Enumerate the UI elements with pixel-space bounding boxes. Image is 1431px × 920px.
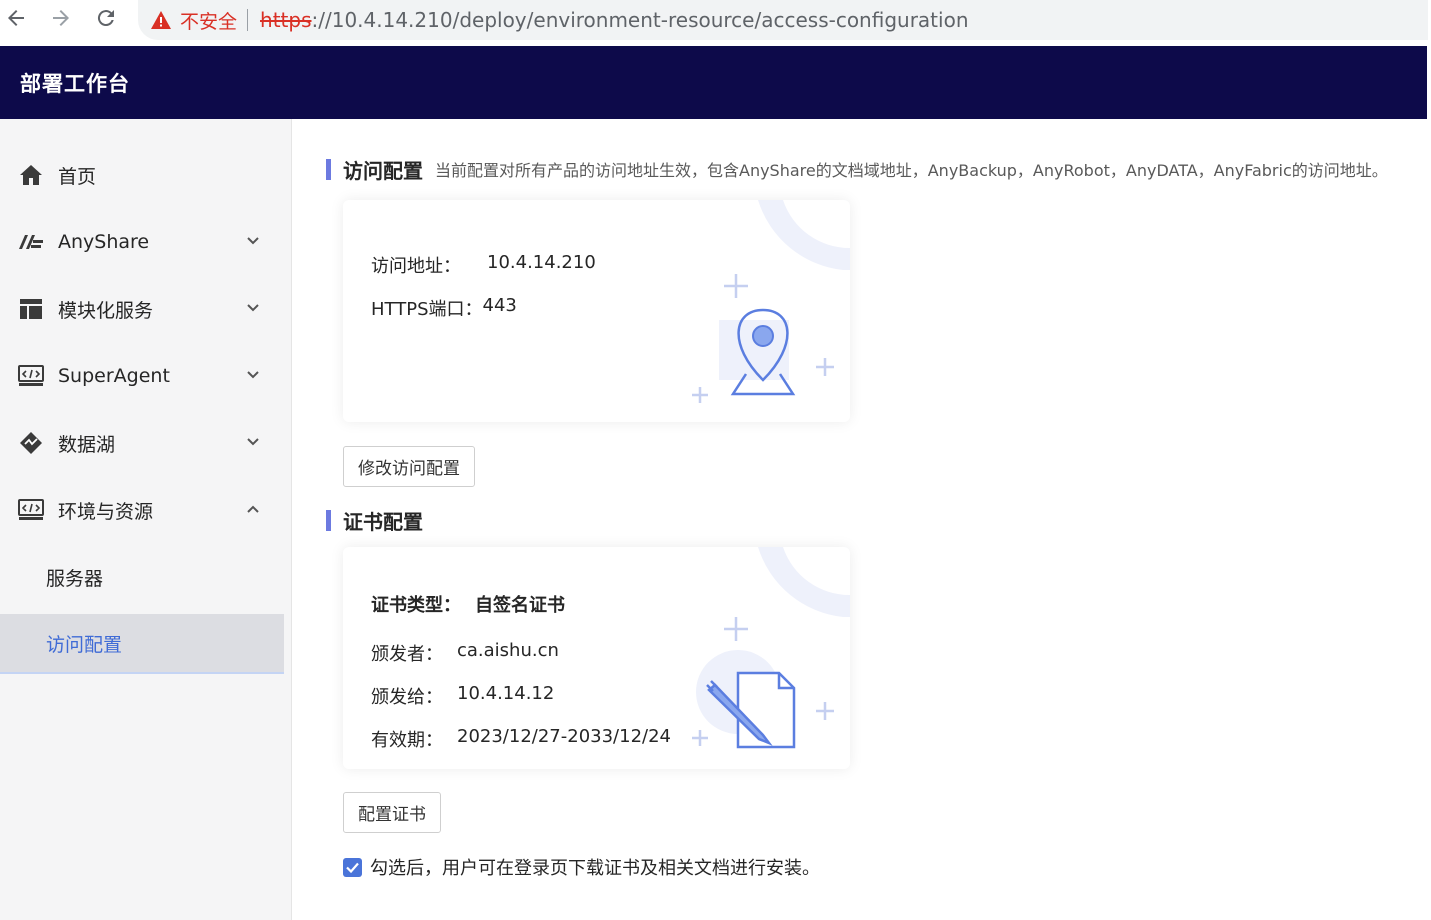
section-accent-bar	[326, 509, 331, 531]
home-icon	[18, 162, 44, 188]
separator	[247, 9, 249, 31]
sidebar-item-label: 数据湖	[58, 433, 116, 456]
edit-access-config-button[interactable]: 修改访问配置	[343, 446, 475, 487]
app-header: 部署工作台	[0, 46, 1427, 119]
chevron-down-icon	[247, 438, 259, 446]
cert-download-checkbox-label: 勾选后，用户可在登录页下载证书及相关文档进行安装。	[370, 858, 820, 879]
warning-icon	[150, 10, 172, 30]
sidebar-item-label: 模块化服务	[58, 299, 154, 322]
security-warning-text[interactable]: 不安全	[180, 7, 237, 34]
back-button[interactable]	[2, 4, 30, 32]
cert-type-value: 自签名证书	[475, 595, 565, 616]
cert-issued-to-label: 颁发给：	[371, 687, 443, 708]
reload-icon	[97, 10, 114, 27]
cert-section-title: 证书配置	[343, 509, 423, 534]
cert-issuer-label: 颁发者：	[371, 644, 443, 665]
cert-validity-value: 2023/12/27-2033/12/24	[457, 726, 671, 747]
code-monitor-icon	[18, 497, 44, 523]
url-scheme: https	[260, 8, 312, 32]
anyshare-icon	[18, 229, 44, 255]
code-monitor-icon	[18, 363, 44, 389]
browser-toolbar: 不安全 https ://10.4.14.210/deploy/environm…	[0, 0, 1431, 46]
sidebar-subitem-label: 访问配置	[46, 633, 123, 656]
cert-issued-to-value: 10.4.14.12	[457, 683, 555, 704]
data-lake-icon	[18, 430, 44, 456]
sidebar-item-modular-services[interactable]: 模块化服务	[0, 279, 284, 339]
access-section-description: 当前配置对所有产品的访问地址生效，包含AnyShare的文档域地址，AnyBac…	[435, 161, 1388, 180]
chevron-down-icon	[247, 237, 259, 245]
sidebar: 首页 AnyShare 模块化服务 SuperAgent 数据湖 环境与资源 服…	[0, 119, 292, 920]
chevron-up-icon	[247, 505, 259, 513]
cert-section-header: 证书配置	[326, 507, 423, 534]
sidebar-item-environment-resources[interactable]: 环境与资源	[0, 480, 284, 540]
access-address-row: 访问地址： 10.4.14.210	[371, 252, 596, 278]
app-title: 部署工作台	[20, 71, 130, 96]
https-port-row: HTTPS端口： 443	[371, 295, 517, 321]
cert-info-card: 证书类型： 自签名证书 颁发者： ca.aishu.cn 颁发给： 10.4.1…	[343, 547, 850, 769]
cert-issuer-row: 颁发者： ca.aishu.cn	[371, 640, 559, 666]
access-info-card: 访问地址： 10.4.14.210 HTTPS端口： 443	[343, 200, 850, 422]
sidebar-item-label: AnyShare	[58, 231, 150, 253]
https-port-label: HTTPS端口：	[371, 299, 483, 320]
module-icon	[18, 296, 44, 322]
arrow-right-icon	[53, 10, 69, 26]
configure-cert-button[interactable]: 配置证书	[343, 792, 441, 833]
url-path: ://10.4.14.210/deploy/environment-resour…	[311, 8, 969, 32]
cert-download-checkbox[interactable]	[343, 857, 362, 877]
https-port-value: 443	[482, 295, 517, 316]
sidebar-item-anyshare[interactable]: AnyShare	[0, 212, 284, 272]
cert-type-row: 证书类型： 自签名证书	[371, 591, 565, 617]
sidebar-item-label: 环境与资源	[58, 500, 154, 523]
reload-button[interactable]	[92, 4, 120, 32]
access-section-title: 访问配置	[343, 158, 423, 183]
cert-download-option[interactable]: 勾选后，用户可在登录页下载证书及相关文档进行安装。	[343, 854, 820, 880]
address-bar[interactable]: 不安全 https ://10.4.14.210/deploy/environm…	[138, 0, 1428, 40]
cert-validity-label: 有效期：	[371, 730, 443, 751]
forward-button[interactable]	[47, 4, 75, 32]
cert-type-label: 证书类型：	[371, 595, 461, 616]
chevron-down-icon	[247, 371, 259, 379]
cert-issued-to-row: 颁发给： 10.4.14.12	[371, 683, 554, 709]
sidebar-item-label: SuperAgent	[58, 365, 170, 387]
sidebar-item-superagent[interactable]: SuperAgent	[0, 346, 284, 406]
access-section-header: 访问配置 当前配置对所有产品的访问地址生效，包含AnyShare的文档域地址，A…	[326, 156, 1388, 183]
sidebar-subitem-servers[interactable]: 服务器	[0, 547, 284, 607]
access-address-label: 访问地址：	[371, 256, 461, 277]
sidebar-item-label: 首页	[58, 165, 97, 188]
arrow-left-icon	[8, 10, 24, 26]
sidebar-item-home[interactable]: 首页	[0, 145, 284, 205]
section-accent-bar	[326, 158, 331, 180]
cert-issuer-value: ca.aishu.cn	[457, 640, 559, 661]
cert-validity-row: 有效期： 2023/12/27-2033/12/24	[371, 726, 671, 752]
sidebar-item-data-lake[interactable]: 数据湖	[0, 413, 284, 473]
sidebar-subitem-access-config[interactable]: 访问配置	[0, 614, 284, 674]
sidebar-subitem-label: 服务器	[46, 567, 104, 590]
checkmark-icon	[346, 862, 359, 873]
chevron-down-icon	[247, 304, 259, 312]
access-address-value: 10.4.14.210	[487, 252, 596, 273]
